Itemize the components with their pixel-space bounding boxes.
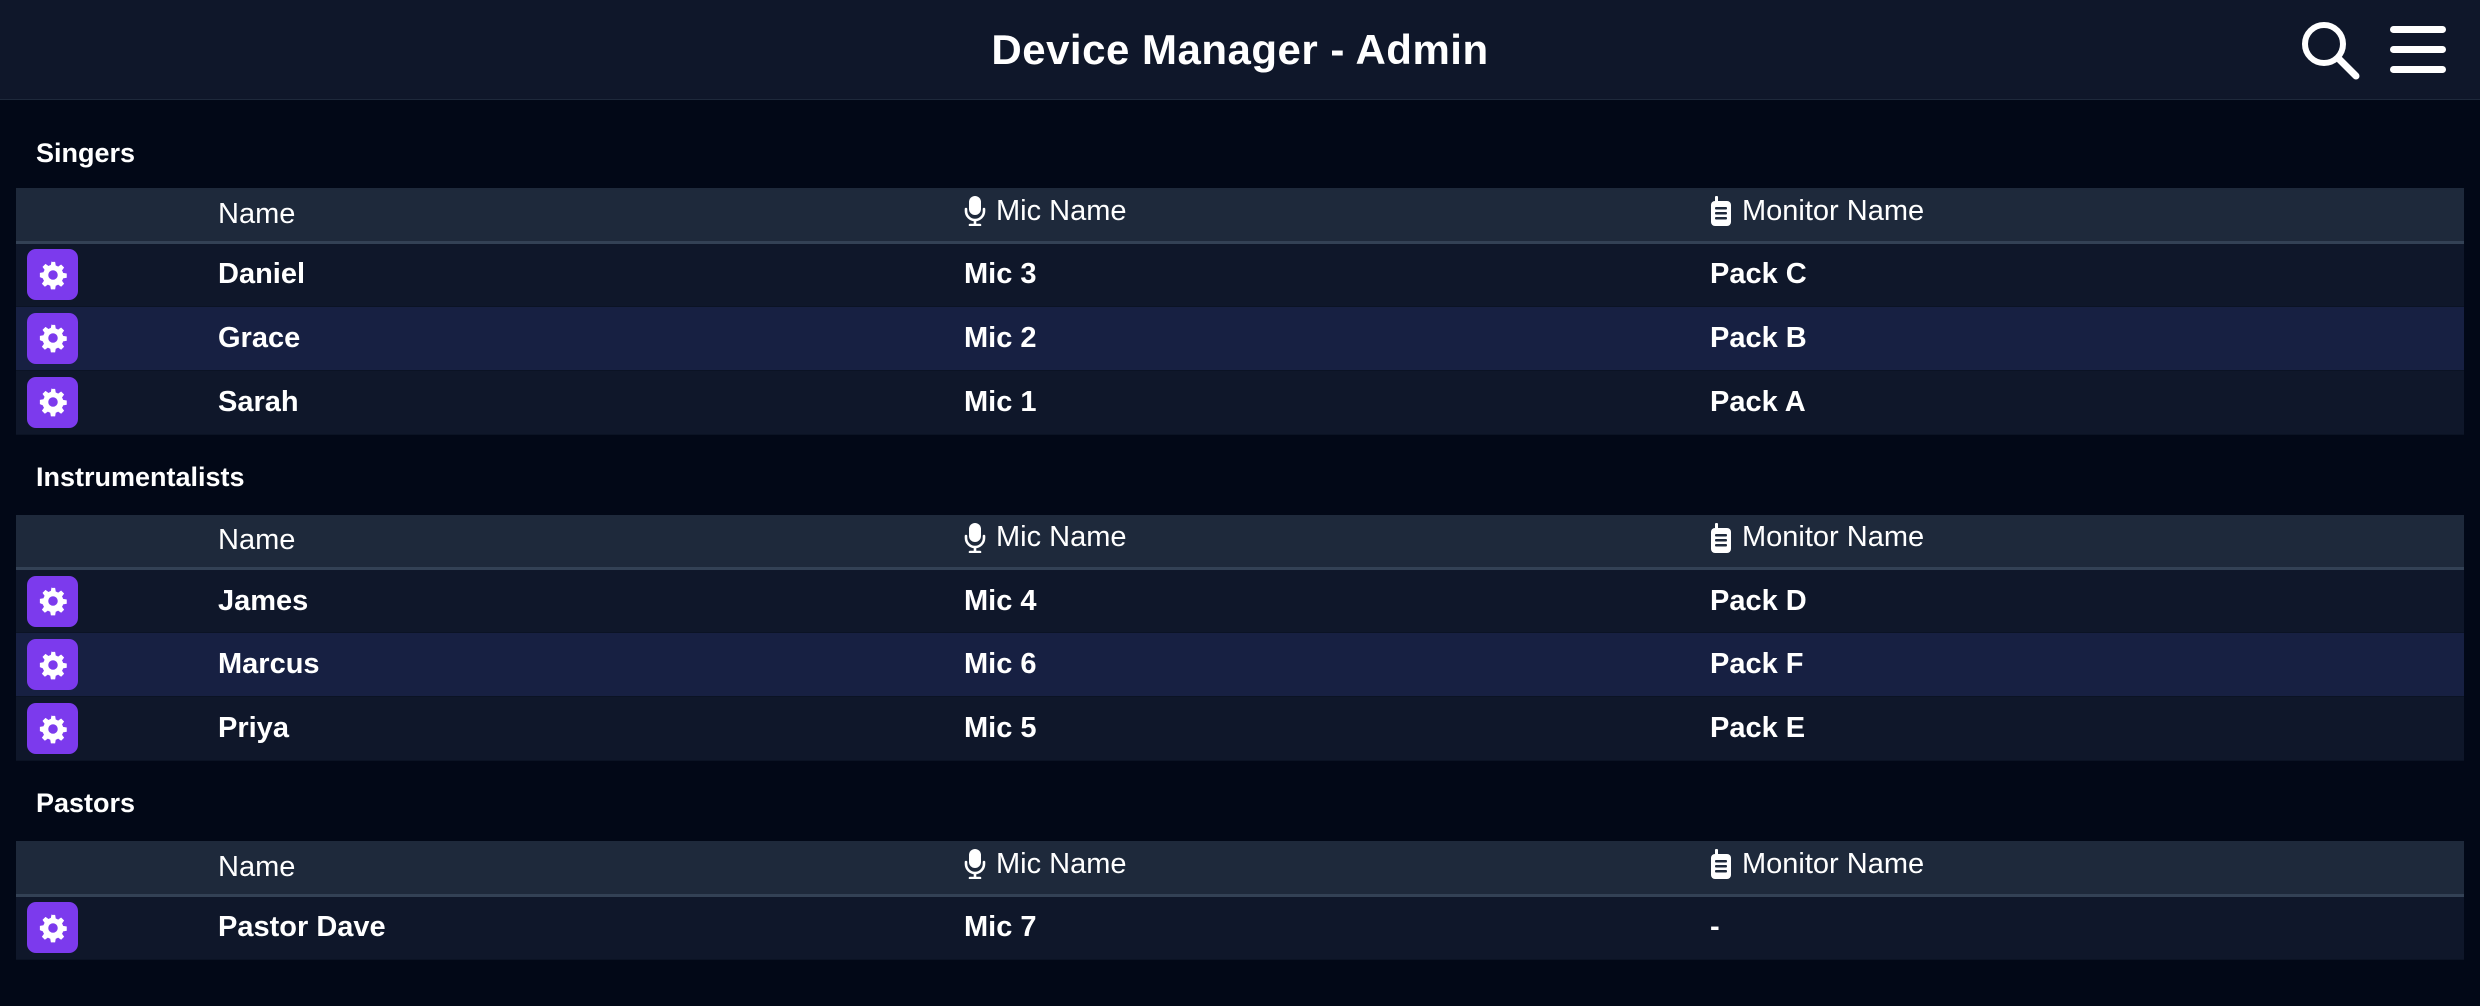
- device-user-name: Grace: [218, 321, 301, 354]
- row-settings-button[interactable]: [27, 312, 78, 364]
- row-settings-button[interactable]: [27, 902, 78, 953]
- table-row: Grace Mic 2 Pack B: [16, 306, 2464, 370]
- row-actions-cell: [16, 895, 218, 959]
- device-mic-name: Mic 6: [964, 648, 1037, 680]
- table-row: Priya Mic 5 Pack E: [16, 696, 2464, 761]
- column-header-monitor: Monitor Name: [1710, 515, 2464, 569]
- device-sections: Singers Name Mic Name Monitor Name Danie…: [16, 100, 2464, 960]
- device-user-name: Marcus: [218, 648, 320, 680]
- row-settings-button[interactable]: [27, 249, 78, 300]
- device-mic-name: Mic 7: [964, 911, 1037, 943]
- microphone-icon: [964, 522, 986, 553]
- device-mic-name: Mic 2: [964, 321, 1037, 354]
- row-actions-cell: [16, 306, 218, 370]
- device-monitor-name: Pack E: [1710, 712, 1806, 744]
- table-row: Pastor Dave Mic 7 -: [16, 895, 2464, 959]
- page-title: Device Manager - Admin: [991, 26, 1489, 73]
- device-section: Pastors Name Mic Name Monitor Name Pasto…: [16, 761, 2464, 960]
- gear-icon: [39, 913, 67, 942]
- table-row: Sarah Mic 1 Pack A: [16, 370, 2464, 434]
- section-title: Singers: [36, 138, 136, 168]
- search-icon: [2302, 22, 2360, 80]
- device-section: Instrumentalists Name Mic Name Monitor N…: [16, 435, 2464, 762]
- column-header-name: Name: [218, 850, 296, 883]
- device-user-name: Daniel: [218, 258, 306, 290]
- device-monitor-name: Pack C: [1710, 258, 1807, 290]
- device-monitor-name: Pack A: [1710, 385, 1806, 418]
- device-mic-name: Mic 1: [964, 385, 1037, 418]
- menu-button[interactable]: [2386, 18, 2450, 82]
- gear-icon: [39, 714, 67, 743]
- column-header-mic: Mic Name: [964, 188, 1710, 242]
- gear-icon: [39, 260, 67, 289]
- table-row: James Mic 4 Pack D: [16, 568, 2464, 633]
- device-table: Name Mic Name: [16, 841, 2464, 960]
- row-settings-button[interactable]: [27, 639, 78, 690]
- hamburger-menu-icon: [2390, 26, 2446, 73]
- table-row: Daniel Mic 3 Pack C: [16, 242, 2464, 306]
- row-actions-cell: [16, 370, 218, 434]
- monitor-pack-icon: [1710, 849, 1732, 879]
- section-title: Instrumentalists: [36, 461, 245, 492]
- gear-icon: [39, 650, 67, 679]
- column-header-actions: [16, 188, 218, 242]
- table-header-row: Name Mic Name Monitor Name: [16, 188, 2464, 242]
- device-monitor-name: Pack F: [1710, 648, 1804, 680]
- monitor-pack-icon: [1710, 196, 1732, 226]
- device-mic-name: Mic 3: [964, 258, 1037, 290]
- column-header-monitor: Monitor Name: [1710, 188, 2464, 242]
- microphone-icon: [964, 196, 986, 226]
- device-user-name: Priya: [218, 712, 289, 744]
- column-header-actions: [16, 515, 218, 569]
- column-header-monitor: Monitor Name: [1710, 841, 2464, 895]
- gear-icon: [39, 324, 67, 353]
- column-header-name: Name: [218, 197, 296, 230]
- row-actions-cell: [16, 633, 218, 697]
- table-header-row: Name Mic Name Monitor Name: [16, 841, 2464, 895]
- column-header-name: Name: [218, 524, 296, 557]
- device-mic-name: Mic 5: [964, 712, 1037, 744]
- device-table: Name Mic Name: [16, 188, 2464, 435]
- section-title: Pastors: [36, 788, 136, 818]
- device-user-name: Pastor Dave: [218, 911, 386, 943]
- column-header-actions: [16, 841, 218, 895]
- gear-icon: [39, 388, 67, 417]
- column-header-mic: Mic Name: [964, 515, 1710, 569]
- device-table: Name Mic Name: [16, 514, 2464, 762]
- row-settings-button[interactable]: [27, 376, 78, 428]
- device-mic-name: Mic 4: [964, 584, 1037, 617]
- app-header: Device Manager - Admin: [0, 0, 2480, 100]
- device-user-name: Sarah: [218, 385, 299, 418]
- column-header-mic: Mic Name: [964, 841, 1710, 895]
- row-settings-button[interactable]: [27, 703, 78, 754]
- device-monitor-name: -: [1710, 911, 1720, 943]
- monitor-pack-icon: [1710, 522, 1732, 553]
- search-button[interactable]: [2298, 18, 2362, 82]
- row-actions-cell: [16, 697, 218, 761]
- device-user-name: James: [218, 584, 309, 617]
- microphone-icon: [964, 849, 986, 879]
- row-settings-button[interactable]: [27, 575, 78, 627]
- device-section: Singers Name Mic Name Monitor Name Danie…: [16, 100, 2464, 435]
- device-monitor-name: Pack B: [1710, 321, 1807, 354]
- gear-icon: [39, 587, 67, 616]
- device-monitor-name: Pack D: [1710, 584, 1807, 617]
- row-actions-cell: [16, 569, 218, 633]
- row-actions-cell: [16, 242, 218, 306]
- table-header-row: Name Mic Name Monitor Name: [16, 514, 2464, 569]
- table-row: Marcus Mic 6 Pack F: [16, 632, 2464, 697]
